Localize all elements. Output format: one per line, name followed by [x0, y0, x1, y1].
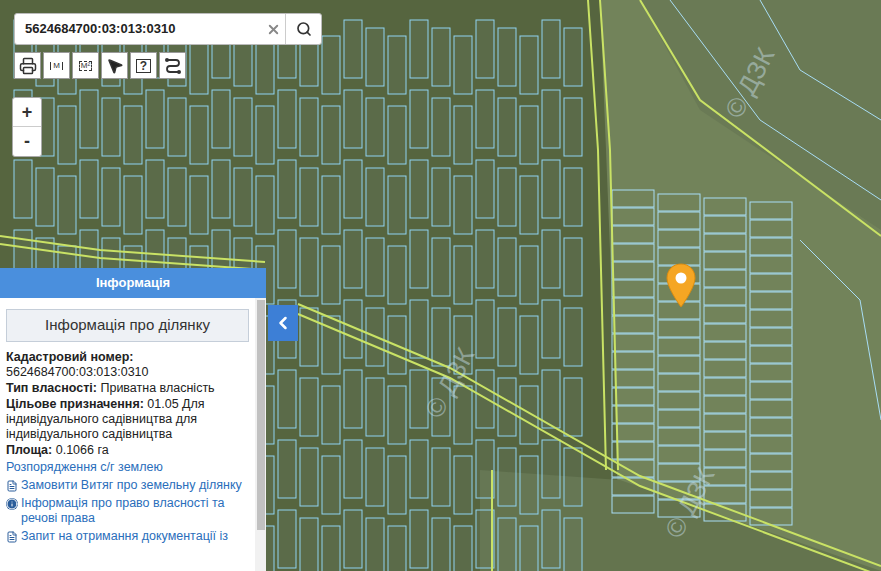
- print-button[interactable]: [14, 52, 41, 79]
- map-watermark: © ДЗК: [719, 43, 781, 123]
- panel-link[interactable]: Розпорядження с/г землею: [6, 460, 249, 475]
- clear-icon[interactable]: [261, 14, 285, 44]
- map-watermark: © ДЗК: [659, 463, 721, 543]
- document-icon: [6, 531, 18, 543]
- chevron-left-icon: [273, 313, 293, 333]
- info-field: Площа: 0.1066 га: [6, 443, 249, 458]
- printer-icon: [19, 57, 37, 75]
- search-icon: [296, 21, 312, 37]
- search-bar: 5624684700:03:013:0310: [14, 13, 322, 45]
- panel-link[interactable]: Замовити Витяг про земельну ділянку: [6, 478, 249, 493]
- panel-link[interactable]: Інформація про право власності та речові…: [6, 496, 249, 526]
- search-input[interactable]: 5624684700:03:013:0310: [15, 14, 261, 44]
- select-button[interactable]: [101, 52, 128, 79]
- info-icon: [6, 498, 18, 510]
- map-pin-icon[interactable]: [665, 263, 697, 309]
- cursor-icon: [106, 57, 124, 75]
- info-field: Тип власності: Приватна власність: [6, 381, 249, 396]
- document-icon: [6, 480, 18, 492]
- route-icon: [164, 57, 182, 75]
- route-button[interactable]: [159, 52, 186, 79]
- toolbar: MM²?: [14, 52, 186, 79]
- measure-area-button[interactable]: M²: [72, 52, 99, 79]
- panel-link[interactable]: Запит на отримання документації із: [6, 529, 249, 544]
- measure-distance-button[interactable]: M: [43, 52, 70, 79]
- zoom-in-button[interactable]: +: [13, 98, 41, 127]
- info-panel: Інформація Інформація про ділянку Кадастро…: [0, 268, 266, 571]
- info-field: Цільове призначення: 01.05 Для індивідуа…: [6, 397, 249, 442]
- map-watermark: © ДЗК: [419, 343, 481, 423]
- section-header: Інформація про ділянку: [6, 309, 249, 342]
- help-button[interactable]: ?: [130, 52, 157, 79]
- cadastral-map-app: © ДЗК © ДЗК © ДЗК 5624684700:03:013:0310 MM²…: [0, 0, 881, 571]
- zoom-control: +-: [12, 97, 42, 157]
- zoom-out-button[interactable]: -: [13, 127, 41, 156]
- panel-title: Інформація: [0, 268, 266, 298]
- info-field: Кадастровий номер:5624684700:03:013:0310: [6, 350, 249, 380]
- search-button[interactable]: [285, 14, 321, 44]
- collapse-panel-button[interactable]: [268, 305, 298, 341]
- scrollbar[interactable]: [255, 298, 266, 571]
- scrollbar-thumb[interactable]: [257, 300, 265, 530]
- panel-content: Інформація про ділянку Кадастровий номер:…: [0, 298, 255, 571]
